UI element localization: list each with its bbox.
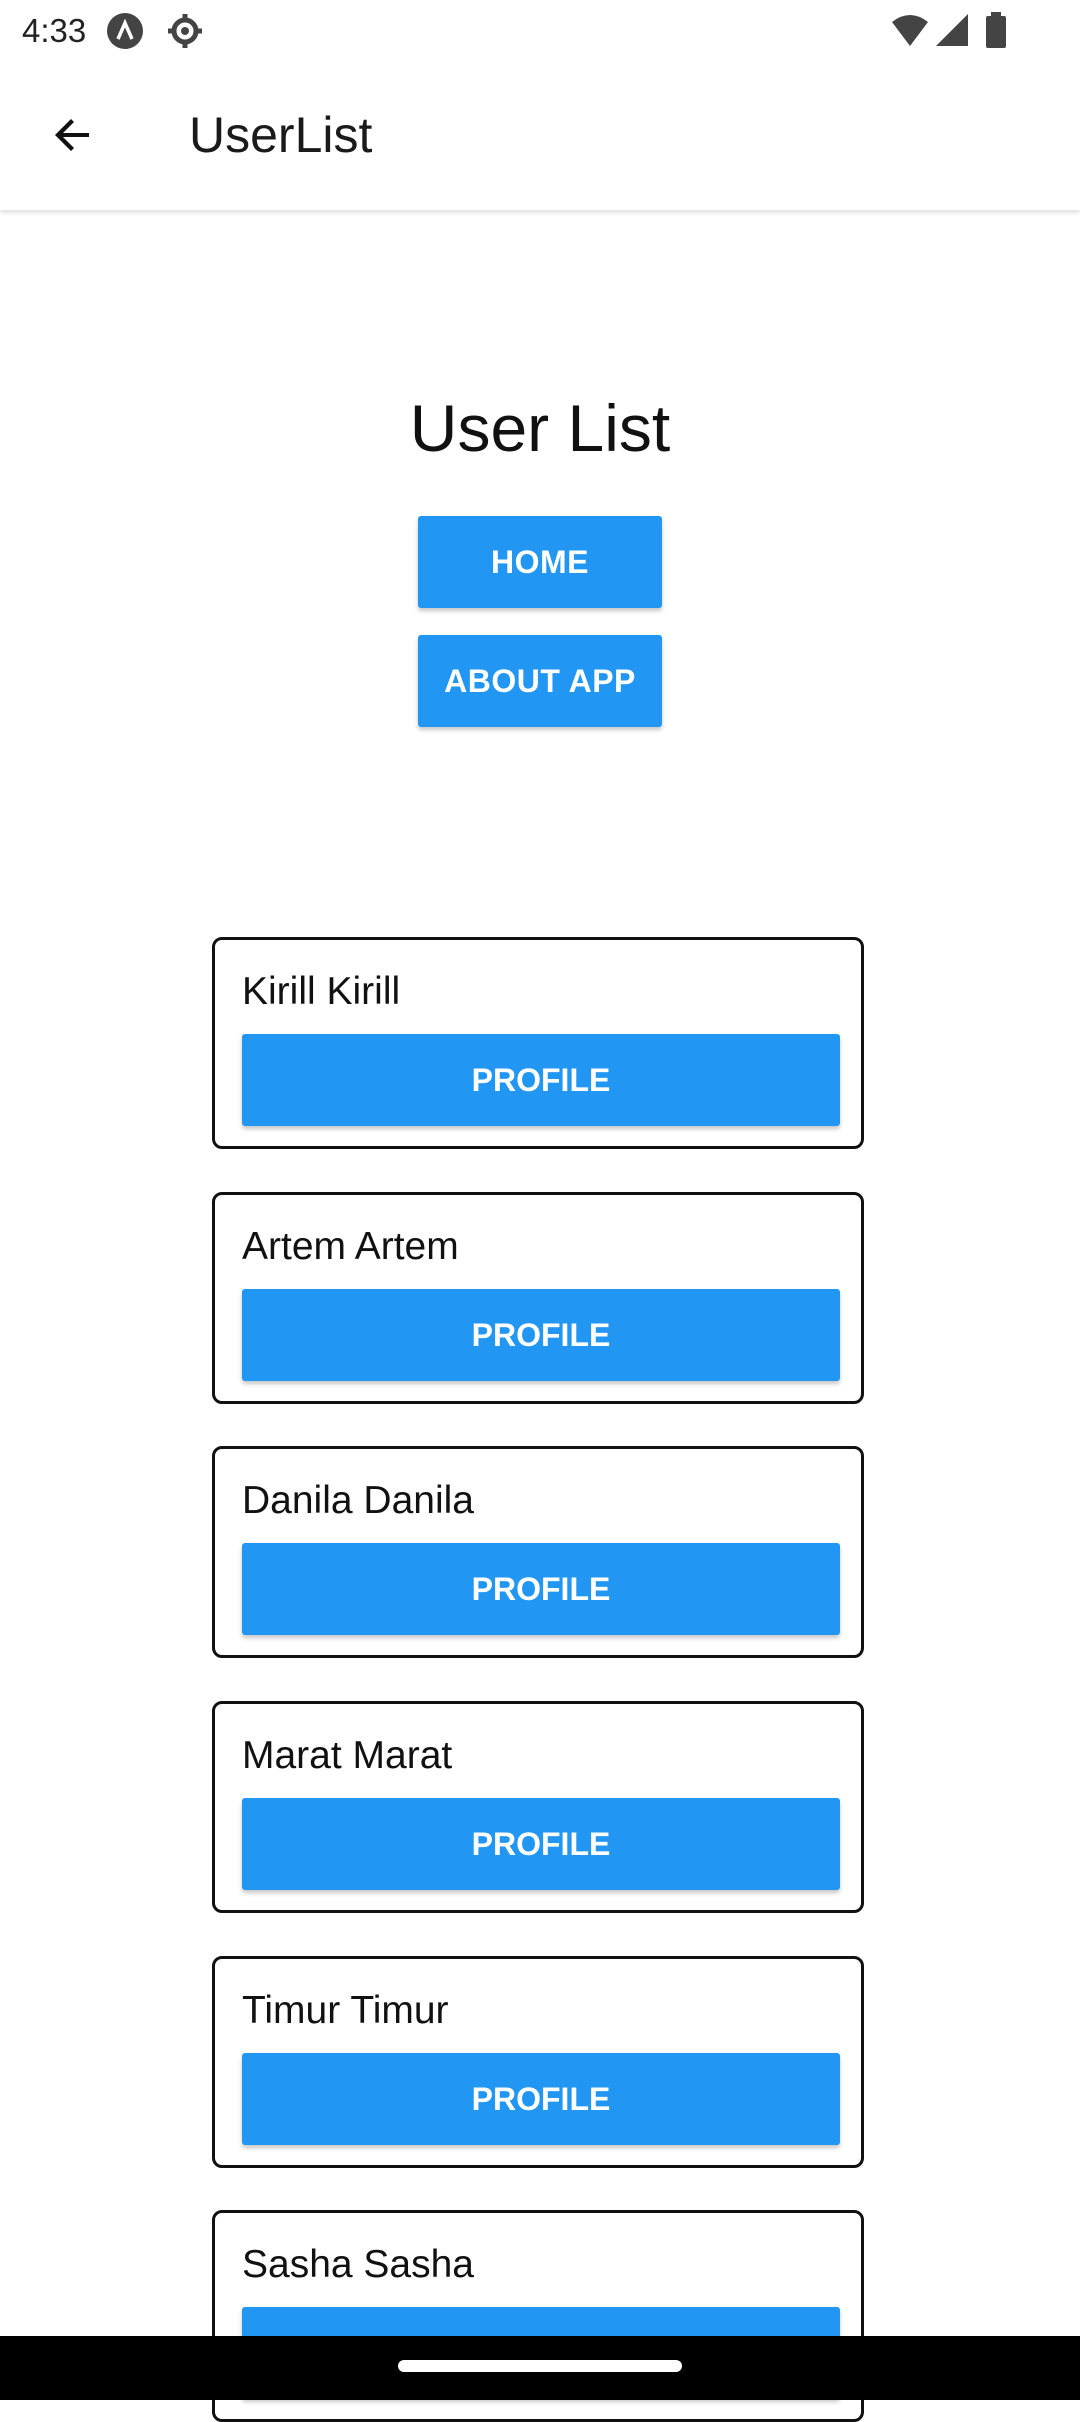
wifi-icon <box>890 12 930 50</box>
user-name: Kirill Kirill <box>242 970 401 1013</box>
user-card: Artem Artem PROFILE <box>212 1192 864 1404</box>
arrow-back-icon <box>49 111 97 164</box>
user-card: Marat Marat PROFILE <box>212 1701 864 1913</box>
profile-button[interactable]: PROFILE <box>242 1543 840 1635</box>
status-time: 4:33 <box>22 12 87 49</box>
app-notification-icon <box>106 12 144 50</box>
user-card: Danila Danila PROFILE <box>212 1446 864 1658</box>
profile-button[interactable]: PROFILE <box>242 1798 840 1890</box>
user-name: Marat Marat <box>242 1734 453 1777</box>
app-bar: UserList <box>0 62 1080 210</box>
gesture-handle[interactable] <box>398 2360 682 2372</box>
user-name: Artem Artem <box>242 1225 459 1268</box>
back-button[interactable] <box>40 104 106 170</box>
user-card: Timur Timur PROFILE <box>212 1956 864 2168</box>
home-button[interactable]: HOME <box>418 516 662 608</box>
user-name: Danila Danila <box>242 1479 474 1522</box>
cellular-signal-icon <box>934 12 972 50</box>
user-card: Kirill Kirill PROFILE <box>212 937 864 1149</box>
profile-button[interactable]: PROFILE <box>242 2053 840 2145</box>
profile-button[interactable]: PROFILE <box>242 1289 840 1381</box>
user-name: Sasha Sasha <box>242 2243 475 2286</box>
page-title: User List <box>409 391 671 465</box>
user-name: Timur Timur <box>242 1989 449 2032</box>
app-bar-title: UserList <box>189 107 373 163</box>
profile-button[interactable]: PROFILE <box>242 1034 840 1126</box>
status-bar: 4:33 <box>0 0 1080 62</box>
battery-icon <box>984 12 1008 50</box>
settings-notification-icon <box>166 12 204 50</box>
about-app-button[interactable]: ABOUT APP <box>418 635 662 727</box>
